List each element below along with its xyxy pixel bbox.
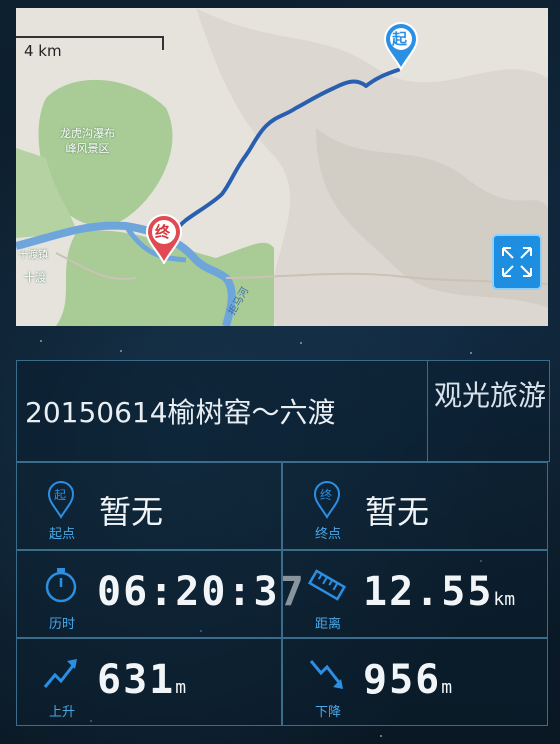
trend-down-icon: [307, 653, 347, 693]
map-town-label-1: 十渡镇: [18, 250, 48, 261]
descent-cell: 下降 956m: [282, 638, 548, 726]
expand-icon: [502, 247, 532, 277]
ascent-unit: m: [175, 677, 187, 698]
start-point-cell[interactable]: 起 起点 暂无: [16, 462, 282, 550]
ascent-value: 631: [97, 657, 176, 703]
start-point-icon-char: 起: [54, 488, 67, 502]
descent-label: 下降: [314, 705, 341, 720]
end-point-label: 终点: [314, 527, 341, 542]
trip-title: 20150614榆树窑～六渡: [25, 396, 336, 429]
ascent-label: 上升: [48, 705, 75, 720]
distance-cell: 距离 12.55km: [282, 550, 548, 638]
title-divider: [427, 361, 428, 461]
start-pin-label: 起: [392, 30, 408, 48]
route-map[interactable]: 4 km 龙虎沟瀑布 峰风景区 十渡镇 十渡 拒马河 起 终: [16, 8, 548, 326]
trip-category[interactable]: 观光旅游: [433, 377, 547, 415]
end-point-value: 暂无: [365, 493, 430, 531]
fullscreen-button[interactable]: [492, 234, 542, 290]
end-point-cell[interactable]: 终 终点 暂无: [282, 462, 548, 550]
map-town-label-2: 十渡: [24, 271, 46, 284]
end-point-icon-char: 终: [320, 488, 333, 502]
trend-up-icon: [41, 653, 81, 693]
distance-value-wrap: 12.55km: [363, 569, 515, 615]
map-terrain: [16, 8, 548, 326]
map-area-label-line1: 龙虎沟瀑布: [60, 127, 115, 140]
distance-label: 距离: [314, 617, 341, 632]
end-point-icon: 终: [307, 479, 347, 519]
duration-label: 历时: [48, 617, 75, 632]
ruler-icon: [307, 565, 347, 605]
descent-value: 956: [363, 657, 442, 703]
stopwatch-icon: [41, 565, 81, 605]
start-point-label: 起点: [48, 527, 75, 542]
map-scale-label: 4 km: [24, 42, 62, 60]
descent-unit: m: [441, 677, 453, 698]
trip-title-panel: 20150614榆树窑～六渡 观光旅游: [16, 360, 550, 462]
distance-value: 12.55: [363, 569, 494, 615]
end-pin-label: 终: [155, 223, 171, 241]
ascent-cell: 上升 631m: [16, 638, 282, 726]
distance-unit: km: [493, 589, 516, 610]
duration-cell: 历时 06:20:37: [16, 550, 304, 638]
ascent-value-wrap: 631m: [97, 657, 186, 703]
descent-value-wrap: 956m: [363, 657, 452, 703]
map-area-label-line2: 峰风景区: [65, 142, 110, 155]
start-point-icon: 起: [41, 479, 81, 519]
duration-value: 06:20:37: [97, 569, 306, 615]
map-area-label: 龙虎沟瀑布 峰风景区: [60, 126, 115, 156]
start-point-value: 暂无: [99, 493, 164, 531]
